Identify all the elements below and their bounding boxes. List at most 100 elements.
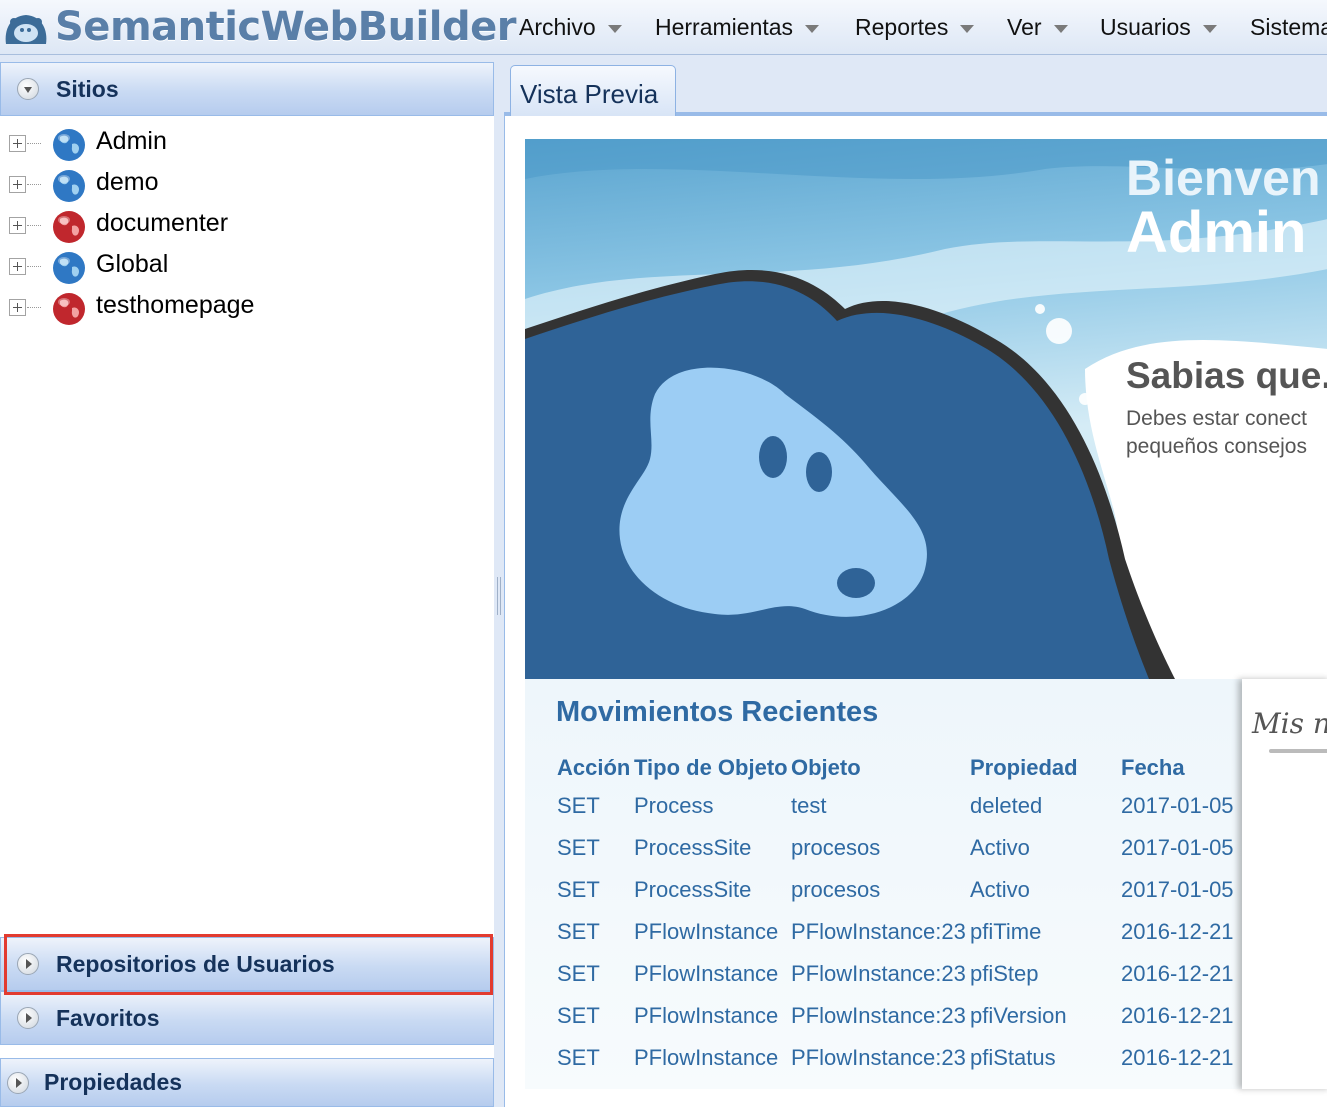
recent-table: Acción Tipo de Objeto Objeto Propiedad F…	[557, 751, 1241, 1079]
favoritos-header[interactable]: Favoritos	[0, 991, 494, 1045]
cell-objeto: PFlowInstance:23	[791, 961, 966, 986]
cell-fecha: 2017-01-05	[1121, 793, 1234, 818]
sitios-header[interactable]: Sitios	[0, 62, 494, 116]
cell-propiedad: pfiVersion	[970, 1003, 1067, 1028]
tip-text: Debes estar conect pequeños consejos	[1126, 405, 1307, 461]
expand-plus-icon[interactable]	[9, 299, 26, 316]
repositorios-title: Repositorios de Usuarios	[56, 950, 335, 977]
chevron-down-icon	[805, 24, 820, 33]
cell-propiedad: Activo	[970, 835, 1030, 860]
table-row: SET PFlowInstance PFlowInstance:23 pfiVe…	[557, 995, 1241, 1037]
cell-fecha: 2017-01-05	[1121, 877, 1234, 902]
cell-fecha: 2016-12-21	[1121, 961, 1234, 986]
tip-title: Sabias que.	[1126, 355, 1327, 396]
menu-ver-label: Ver	[1007, 14, 1042, 40]
tree-item-label: demo	[96, 168, 159, 196]
cell-objeto: procesos	[791, 877, 881, 902]
menu-archivo[interactable]: Archivo	[519, 14, 622, 41]
expand-icon[interactable]	[17, 1007, 39, 1029]
column-header: Propiedad	[970, 755, 1078, 780]
tab-vista-previa[interactable]: Vista Previa	[510, 65, 676, 117]
cell-tipo: ProcessSite	[634, 877, 752, 902]
tree-item-testhomepage[interactable]: testhomepage	[0, 286, 494, 327]
expand-plus-icon[interactable]	[9, 135, 26, 152]
globe-blue-icon	[53, 170, 85, 202]
tree-item-documenter[interactable]: documenter	[0, 204, 494, 245]
expand-plus-icon[interactable]	[9, 176, 26, 193]
globe-blue-icon	[53, 252, 85, 284]
welcome-banner: Bienven Admin Sabias que. Debes estar co…	[525, 139, 1327, 679]
cell-tipo: PFlowInstance	[634, 961, 779, 986]
menu-usuarios[interactable]: Usuarios	[1100, 14, 1217, 41]
cell-objeto: test	[791, 793, 827, 818]
chevron-down-icon	[960, 24, 975, 33]
cell-tipo: ProcessSite	[634, 835, 752, 860]
collapse-icon[interactable]	[17, 78, 39, 100]
column-header: Objeto	[791, 755, 861, 780]
tree-connector	[27, 225, 41, 226]
menu-reportes[interactable]: Reportes	[855, 14, 975, 41]
cell-objeto: PFlowInstance:23	[791, 919, 966, 944]
cell-tipo: Process	[634, 793, 714, 818]
propiedades-header[interactable]: Propiedades	[0, 1058, 494, 1107]
tree-item-global[interactable]: Global	[0, 245, 494, 286]
table-row: SET PFlowInstance PFlowInstance:23 pfiTi…	[557, 911, 1241, 953]
column-header: Acción	[557, 755, 631, 780]
cell-fecha: 2016-12-21	[1121, 1003, 1234, 1028]
expand-icon[interactable]	[17, 953, 39, 975]
tree-item-label: Admin	[96, 127, 167, 155]
chevron-down-icon	[1202, 24, 1217, 33]
cell-accion: SET	[557, 1045, 600, 1070]
cell-objeto: PFlowInstance:23	[791, 1045, 966, 1070]
top-bar: SemanticWebBuilder Archivo Herramientas …	[0, 0, 1327, 55]
panel-splitter[interactable]	[494, 62, 504, 1107]
tree-connector	[27, 184, 41, 185]
cell-propiedad: pfiStatus	[970, 1045, 1056, 1070]
cell-tipo: PFlowInstance	[634, 1045, 779, 1070]
chevron-down-icon	[1053, 24, 1068, 33]
cell-objeto: procesos	[791, 835, 881, 860]
tree-item-admin[interactable]: Admin	[0, 122, 494, 163]
tree-item-label: Global	[96, 250, 169, 278]
menu-reportes-label: Reportes	[855, 14, 949, 40]
chevron-down-icon	[607, 24, 622, 33]
table-row: SET ProcessSite procesos Activo 2017-01-…	[557, 827, 1241, 869]
menu-herramientas[interactable]: Herramientas	[655, 14, 820, 41]
cell-objeto: PFlowInstance:23	[791, 1003, 966, 1028]
tree-item-label: testhomepage	[96, 291, 255, 319]
menu-sistema[interactable]: Sistema	[1250, 14, 1327, 41]
tree-connector	[27, 266, 41, 267]
favoritos-title: Favoritos	[56, 1004, 160, 1031]
repositorios-header[interactable]: Repositorios de Usuarios	[0, 937, 494, 991]
cell-accion: SET	[557, 1003, 600, 1028]
menu-sistema-label: Sistema	[1250, 14, 1327, 40]
menu-archivo-label: Archivo	[519, 14, 596, 40]
splitter-grip[interactable]	[497, 577, 501, 615]
cell-propiedad: deleted	[970, 793, 1043, 818]
cell-accion: SET	[557, 961, 600, 986]
cell-fecha: 2016-12-21	[1121, 1045, 1234, 1070]
notes-card: Mis n	[1242, 679, 1327, 1089]
tip-line-2: pequeños consejos	[1126, 435, 1307, 458]
notes-title: Mis n	[1252, 707, 1327, 740]
mascot-logo-icon	[5, 15, 47, 44]
welcome-user: Admin	[1126, 200, 1307, 265]
menu-ver[interactable]: Ver	[1007, 14, 1068, 41]
expand-icon[interactable]	[7, 1071, 29, 1094]
globe-blue-icon	[53, 129, 85, 161]
notes-underline	[1269, 749, 1327, 753]
recent-movements: Movimientos Recientes Acción Tipo de Obj…	[525, 679, 1245, 1089]
app-title: SemanticWebBuilder	[55, 4, 516, 50]
cell-accion: SET	[557, 877, 600, 902]
tree-connector	[27, 143, 41, 144]
expand-plus-icon[interactable]	[9, 217, 26, 234]
sites-tree: Admin demo documenter Global testhomepag…	[0, 122, 494, 327]
cell-fecha: 2017-01-05	[1121, 835, 1234, 860]
table-row: SET Process test deleted 2017-01-05	[557, 785, 1241, 827]
expand-plus-icon[interactable]	[9, 258, 26, 275]
tree-item-demo[interactable]: demo	[0, 163, 494, 204]
tab-strip: Vista Previa	[504, 62, 1327, 117]
tree-item-label: documenter	[96, 209, 229, 237]
column-header: Fecha	[1121, 755, 1185, 780]
propiedades-title: Propiedades	[44, 1069, 183, 1095]
